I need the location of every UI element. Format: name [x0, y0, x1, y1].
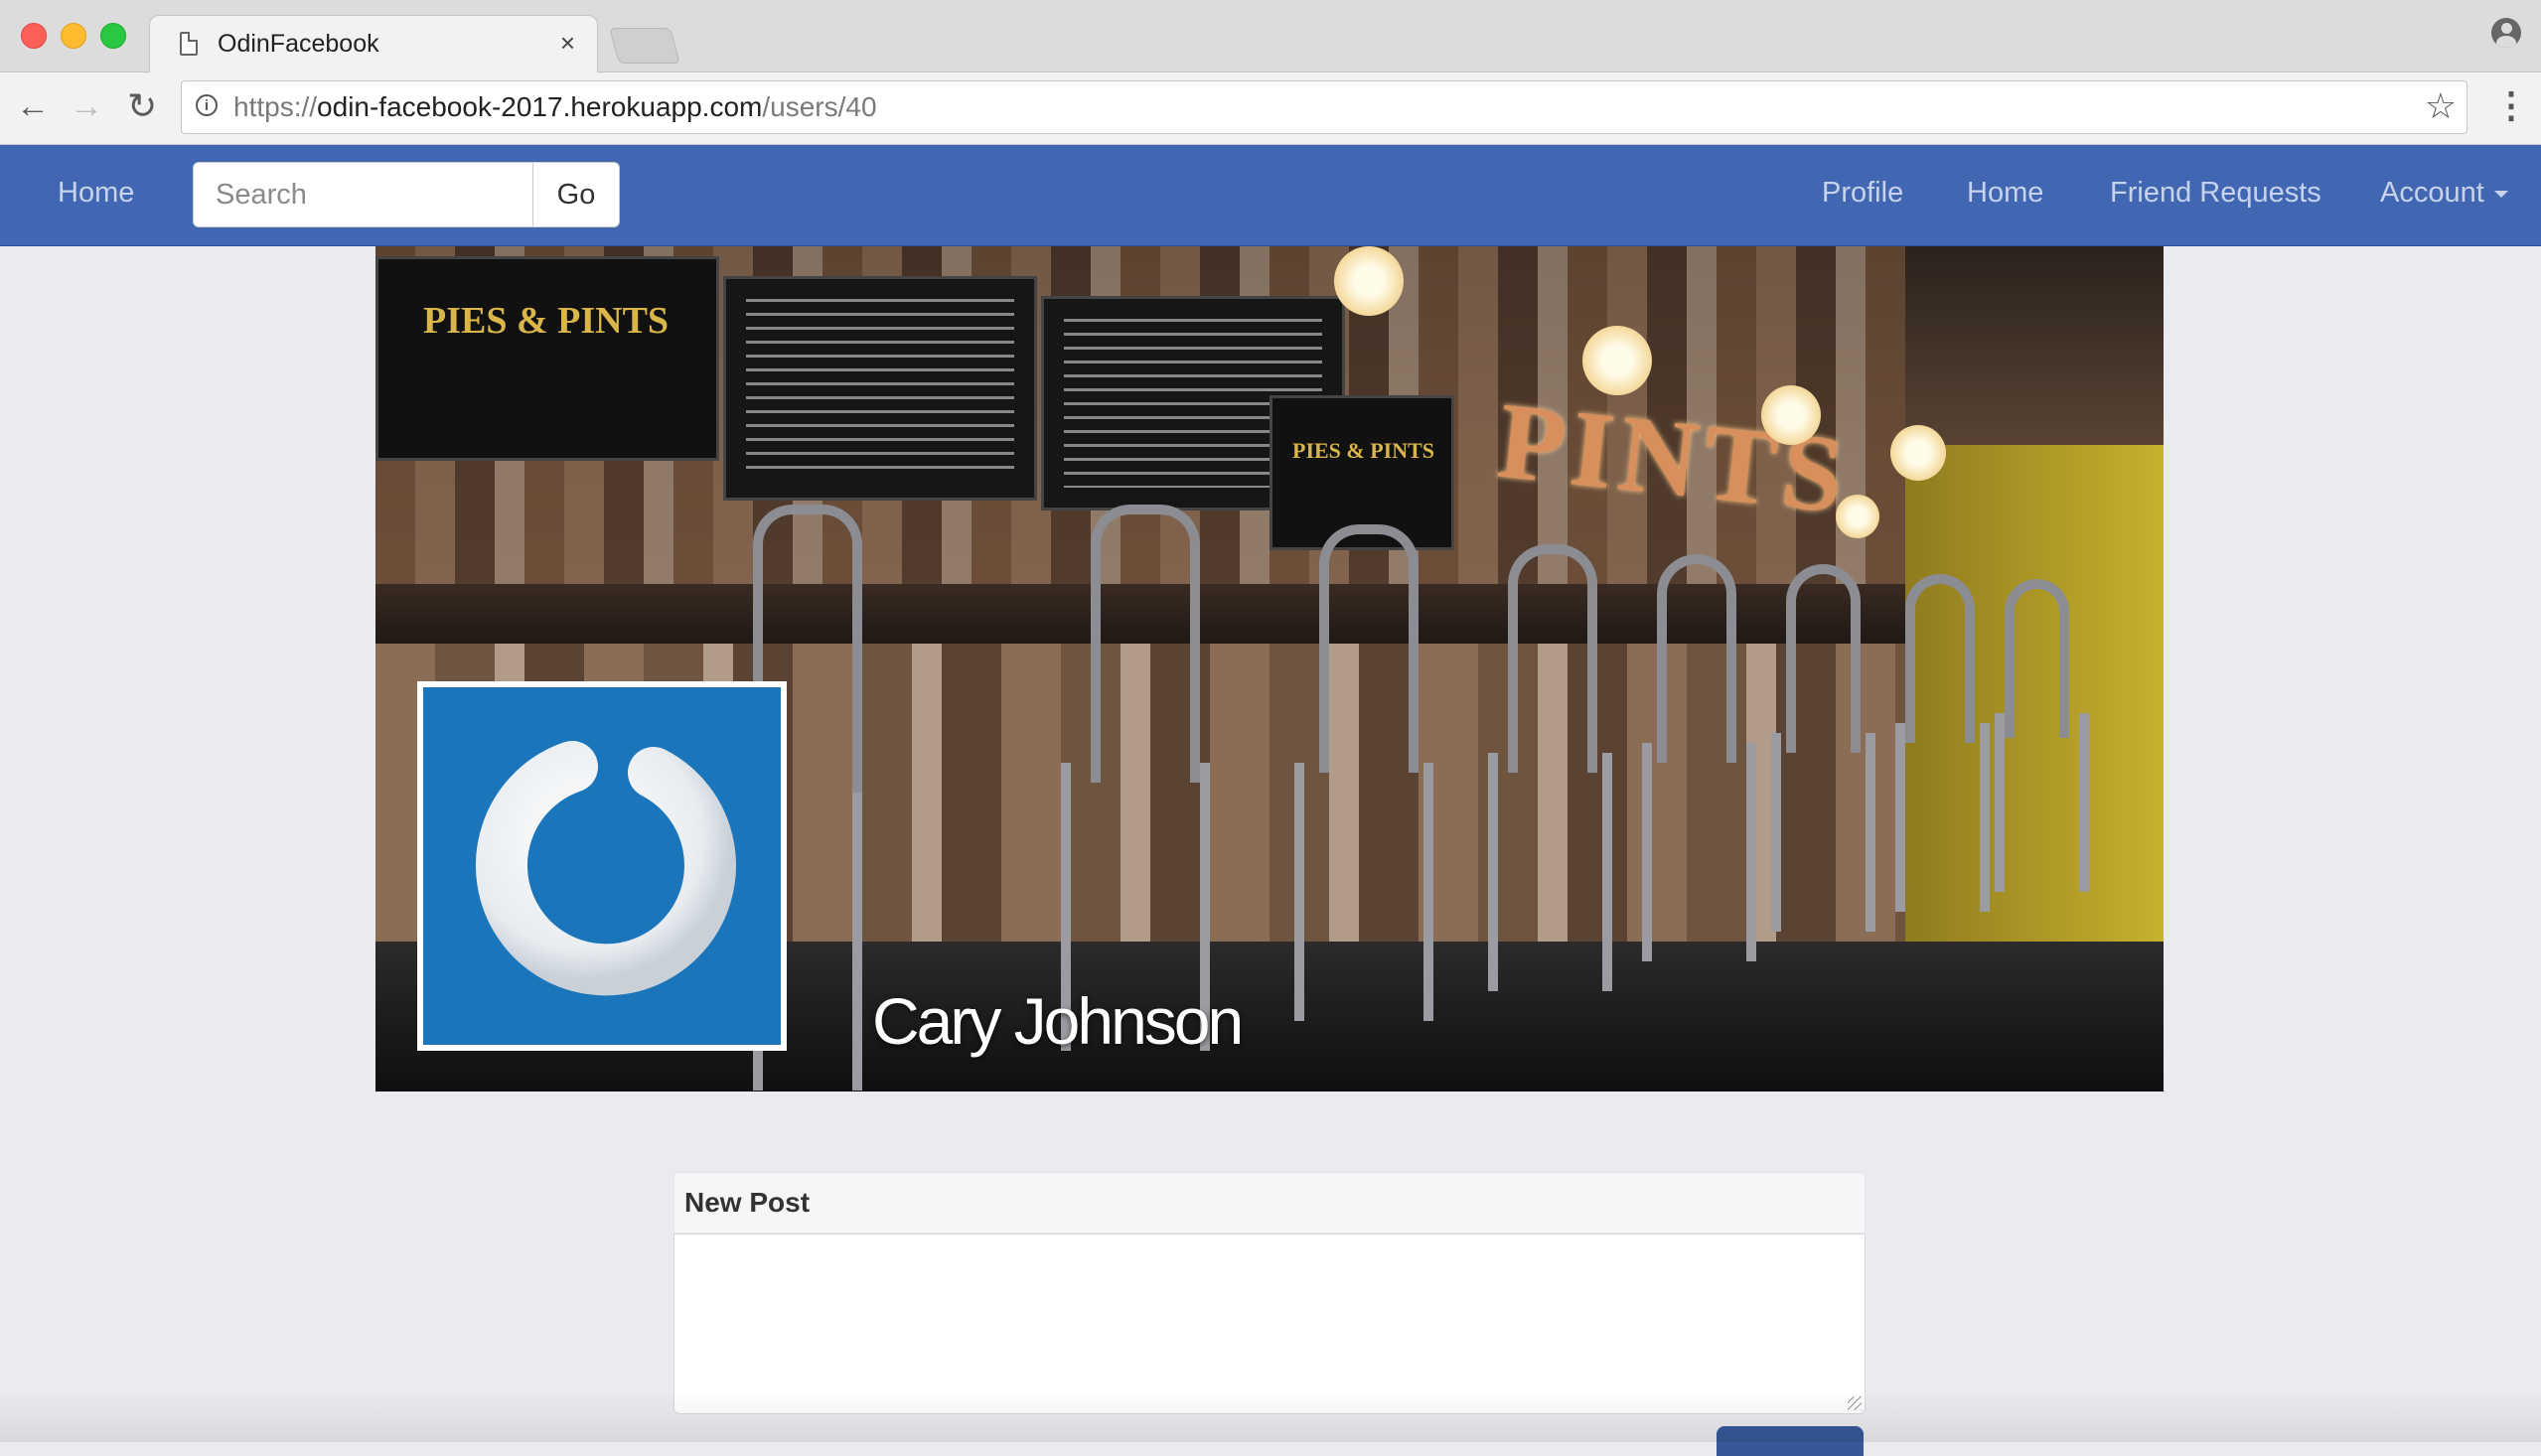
menu-board-logo: PIES & PINTS	[375, 256, 719, 461]
page-icon	[180, 32, 198, 56]
gliffy-power-logo	[476, 734, 736, 996]
url-host: odin-facebook-2017.herokuapp.com	[317, 91, 763, 122]
forward-icon[interactable]: →	[70, 86, 103, 126]
bar-stool	[1786, 564, 1861, 753]
profile-icon[interactable]	[2491, 18, 2521, 48]
stool-leg	[1294, 763, 1304, 1021]
url-path: /users/40	[762, 91, 877, 122]
pendant-lamp	[1334, 246, 1404, 316]
new-post-textarea[interactable]	[673, 1234, 1866, 1414]
stool-leg	[852, 793, 862, 1091]
bar-stool	[1508, 544, 1597, 773]
board-logo-text-small: PIES & PINTS	[1292, 438, 1435, 463]
window-close-button[interactable]	[21, 23, 47, 49]
stool-leg	[1602, 753, 1612, 991]
pendant-lamp	[1890, 425, 1946, 481]
pendant-lamp	[1582, 326, 1652, 395]
url-scheme: https://	[233, 91, 318, 122]
back-icon[interactable]: ←	[16, 86, 50, 126]
tab-title: OdinFacebook	[218, 30, 379, 58]
nav-friend-requests-link[interactable]: Friend Requests	[2110, 177, 2321, 210]
stool-leg	[1995, 713, 2005, 892]
caret-down-icon	[2493, 190, 2508, 198]
nav-profile-link[interactable]: Profile	[1822, 177, 1903, 210]
post-submit-button[interactable]	[1717, 1426, 1864, 1456]
menu-board	[723, 276, 1037, 501]
stool-leg	[1488, 753, 1498, 991]
stool-leg	[1980, 723, 1990, 912]
app-navbar: Home Go Profile Home Friend Requests Acc…	[0, 145, 2541, 246]
menu-icon[interactable]: ⋮	[2493, 84, 2529, 126]
nav-home-link[interactable]: Home	[1967, 177, 2043, 210]
profile-user-name: Cary Johnson	[872, 984, 1244, 1058]
nav-home-left-link[interactable]: Home	[58, 177, 134, 210]
search-input[interactable]	[193, 162, 533, 227]
new-post-header: New Post	[673, 1172, 1866, 1234]
browser-toolbar: ← → ↻ i https://odin-facebook-2017.herok…	[0, 73, 2541, 145]
url-text[interactable]: https://odin-facebook-2017.herokuapp.com…	[233, 91, 877, 123]
go-button[interactable]: Go	[532, 162, 620, 227]
resize-grip-icon[interactable]	[1848, 1396, 1862, 1410]
bar-stool	[2005, 579, 2069, 738]
browser-titlebar: OdinFacebook ×	[0, 0, 2541, 73]
window-minimize-button[interactable]	[61, 23, 86, 49]
address-bar[interactable]: i https://odin-facebook-2017.herokuapp.c…	[181, 80, 2467, 134]
tab-close-icon[interactable]: ×	[560, 28, 575, 59]
bar-stool	[1905, 574, 1975, 743]
stool-leg	[1895, 723, 1905, 912]
nav-account-dropdown[interactable]: Account	[2380, 177, 2508, 210]
board-logo-text: PIES & PINTS	[423, 300, 670, 342]
profile-avatar[interactable]	[417, 681, 787, 1051]
pendant-lamp	[1836, 495, 1879, 538]
new-tab-button[interactable]	[609, 28, 680, 64]
browser-tab[interactable]: OdinFacebook ×	[149, 15, 598, 73]
stool-leg	[1423, 763, 1433, 1021]
stool-leg	[1771, 733, 1781, 932]
nav-account-label: Account	[2380, 177, 2484, 209]
reload-icon[interactable]: ↻	[127, 86, 157, 126]
stool-leg	[1866, 733, 1875, 932]
bar-stool	[1319, 524, 1419, 773]
stool-leg	[1642, 743, 1652, 961]
window-maximize-button[interactable]	[100, 23, 126, 49]
bar-stool	[1657, 554, 1736, 763]
stool-leg	[2079, 713, 2089, 892]
info-icon[interactable]: i	[196, 94, 218, 116]
stool-leg	[1746, 743, 1756, 961]
bar-stool	[1091, 505, 1200, 783]
pendant-lamp	[1761, 385, 1821, 445]
star-icon[interactable]: ☆	[2425, 85, 2457, 127]
new-post-title: New Post	[684, 1187, 811, 1218]
